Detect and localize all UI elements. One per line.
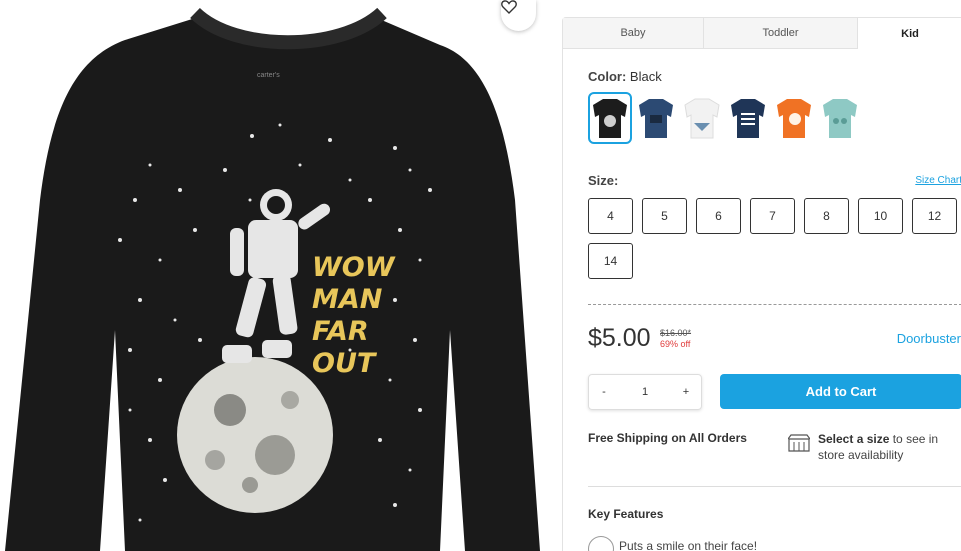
size-option[interactable]: 12	[912, 198, 957, 234]
color-swatches	[588, 92, 862, 144]
original-price: $16.00*	[660, 328, 692, 338]
age-group-tabs: Baby Toddler Kid	[563, 18, 961, 49]
tab-kid[interactable]: Kid	[858, 18, 961, 49]
swatch-white[interactable]	[680, 92, 724, 144]
graphic-line: OUT	[312, 348, 376, 379]
size-option[interactable]: 5	[642, 198, 687, 234]
swatch-orange[interactable]	[772, 92, 816, 144]
color-label: Color:	[588, 69, 627, 84]
swatch-black[interactable]	[588, 92, 632, 144]
size-option[interactable]: 14	[588, 243, 633, 279]
store-availability-text: Select a size to see in store availabili…	[818, 431, 961, 463]
heart-outline-icon	[501, 0, 517, 14]
quantity-increment-button[interactable]: +	[679, 386, 693, 398]
tab-baby[interactable]: Baby	[563, 18, 704, 49]
size-selector-header: Size: Size Chart	[588, 173, 961, 188]
size-chart-link[interactable]: Size Chart	[915, 175, 961, 186]
tab-toddler[interactable]: Toddler	[704, 18, 858, 49]
discount-percent: 69% off	[660, 339, 691, 349]
current-price: $5.00	[588, 324, 651, 352]
size-option[interactable]: 7	[750, 198, 795, 234]
size-option[interactable]: 6	[696, 198, 741, 234]
graphic-line: MAN	[312, 284, 383, 315]
color-value: Black	[629, 69, 662, 84]
swatch-dark-navy[interactable]	[726, 92, 770, 144]
brand-tag: carter's	[257, 72, 280, 79]
swatch-aqua[interactable]	[818, 92, 862, 144]
size-label: Size:	[588, 173, 619, 188]
quantity-stepper: - 1 +	[588, 374, 702, 410]
quantity-decrement-button[interactable]: -	[597, 386, 611, 398]
section-divider	[588, 304, 961, 305]
size-option[interactable]: 4	[588, 198, 633, 234]
feature-item: Puts a smile on their face!	[619, 539, 758, 551]
color-selector-label: Color: Black	[588, 69, 662, 84]
product-details-panel: Baby Toddler Kid Color: Black Size: Size…	[562, 17, 961, 551]
quantity-value[interactable]: 1	[625, 386, 665, 398]
swatch-navy[interactable]	[634, 92, 678, 144]
store-icon	[788, 434, 810, 452]
key-features-heading: Key Features	[588, 507, 664, 521]
graphic-line: FAR	[312, 316, 369, 347]
select-size-link[interactable]: Select a size	[818, 432, 889, 446]
add-to-cart-button[interactable]: Add to Cart	[720, 374, 961, 409]
section-divider	[588, 486, 961, 487]
shirt-illustration	[5, 7, 540, 551]
product-image[interactable]: WOW MAN FAR OUT carter's	[0, 0, 545, 551]
smile-icon	[588, 536, 614, 551]
shirt-graphic-text: WOW MAN FAR OUT	[312, 252, 402, 380]
size-option[interactable]: 8	[804, 198, 849, 234]
graphic-line: WOW	[312, 252, 395, 283]
size-option[interactable]: 10	[858, 198, 903, 234]
doorbuster-badge[interactable]: Doorbuster	[897, 331, 961, 346]
free-shipping-text: Free Shipping on All Orders	[588, 431, 747, 445]
